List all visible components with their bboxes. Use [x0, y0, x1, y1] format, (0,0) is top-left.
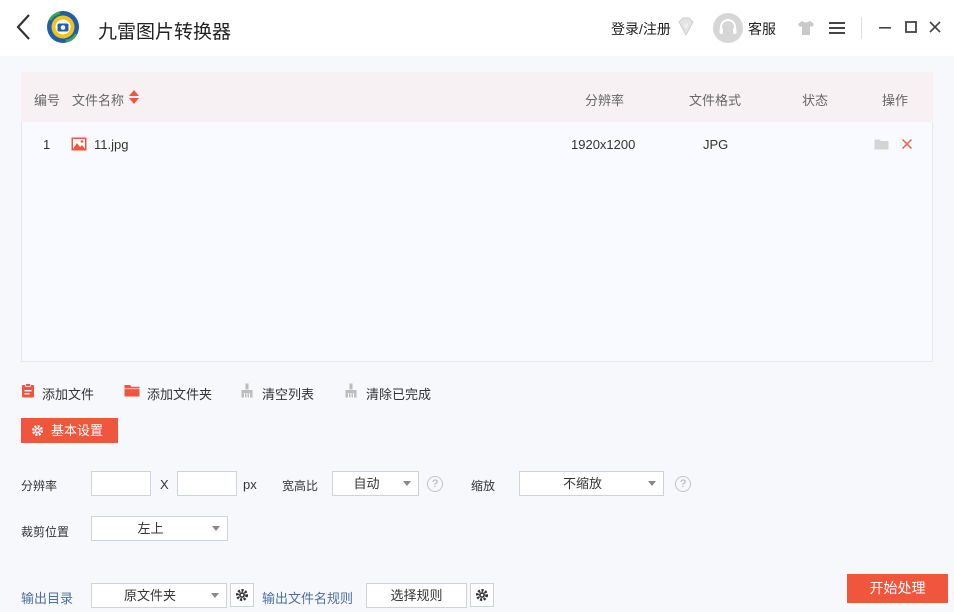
- output-dir-label: 输出目录: [21, 591, 74, 606]
- col-index: 编号: [34, 93, 61, 108]
- scale-value: 不缩放: [562, 476, 602, 491]
- select-rule-button[interactable]: 选择规则: [366, 583, 467, 608]
- add-folder-button[interactable]: 添加文件夹: [147, 384, 212, 403]
- add-folder-icon[interactable]: [124, 383, 140, 398]
- aspect-ratio-label: 宽高比: [282, 479, 319, 493]
- scale-label: 缩放: [471, 479, 496, 493]
- broom-icon[interactable]: [344, 383, 358, 398]
- px-unit: px: [243, 477, 257, 492]
- crop-position-select[interactable]: 左上: [91, 516, 228, 541]
- chevron-down-icon: [212, 526, 220, 531]
- headset-icon: [719, 19, 737, 34]
- width-input[interactable]: [91, 471, 151, 496]
- avatar[interactable]: [713, 13, 743, 43]
- add-file-icon[interactable]: [21, 383, 35, 398]
- maximize-icon[interactable]: [902, 17, 920, 37]
- aspect-ratio-select[interactable]: 自动: [332, 471, 419, 496]
- output-dir-settings-button[interactable]: [230, 583, 254, 607]
- output-dir-value: 原文件夹: [123, 588, 176, 603]
- title-divider: [861, 17, 862, 39]
- col-status: 状态: [802, 93, 829, 108]
- minimize-icon[interactable]: [876, 17, 894, 37]
- name-rule-settings-button[interactable]: [470, 583, 494, 607]
- output-dir-select[interactable]: 原文件夹: [91, 583, 227, 608]
- add-file-button[interactable]: 添加文件: [42, 384, 94, 403]
- gear-icon: [476, 589, 488, 601]
- menu-icon[interactable]: [827, 19, 847, 37]
- help-icon[interactable]: ?: [427, 476, 443, 492]
- app-logo-icon: [47, 11, 79, 43]
- col-actions: 操作: [882, 93, 909, 108]
- skin-shirt-icon[interactable]: [796, 19, 816, 37]
- name-rule-label: 输出文件名规则: [262, 591, 354, 606]
- help-icon[interactable]: ?: [675, 476, 691, 492]
- col-filename[interactable]: 文件名称: [72, 90, 124, 109]
- crop-position-label: 裁剪位置: [21, 525, 70, 539]
- vip-diamond-icon[interactable]: V: [676, 16, 696, 38]
- customer-service-link[interactable]: 客服: [748, 19, 776, 39]
- resolution-label: 分辨率: [21, 479, 58, 493]
- delete-icon[interactable]: [901, 138, 913, 150]
- aspect-ratio-value: 自动: [353, 476, 380, 491]
- chevron-down-icon: [403, 481, 411, 486]
- row-filename: 11.jpg: [94, 137, 129, 152]
- x-separator: X: [160, 477, 169, 492]
- back-icon[interactable]: [12, 12, 36, 42]
- login-register-link[interactable]: 登录/注册: [611, 19, 671, 39]
- table-header: [21, 72, 933, 122]
- clear-completed-button[interactable]: 清除已完成: [366, 384, 431, 403]
- col-resolution: 分辨率: [585, 93, 625, 108]
- row-format: JPG: [703, 137, 729, 152]
- image-file-icon: [71, 137, 87, 151]
- gear-icon: [236, 589, 248, 601]
- crop-position-value: 左上: [137, 521, 164, 536]
- col-format: 文件格式: [689, 93, 742, 108]
- chevron-down-icon: [211, 593, 219, 598]
- row-index: 1: [43, 137, 51, 152]
- open-folder-icon[interactable]: [874, 138, 889, 150]
- scale-select[interactable]: 不缩放: [519, 471, 664, 496]
- chevron-down-icon: [648, 481, 656, 486]
- close-icon[interactable]: [926, 17, 944, 37]
- gear-icon: [32, 425, 43, 436]
- broom-icon[interactable]: [240, 383, 254, 398]
- row-resolution: 1920x1200: [571, 137, 636, 152]
- height-input[interactable]: [177, 471, 237, 496]
- sort-icon[interactable]: [128, 89, 140, 105]
- start-processing-button[interactable]: 开始处理: [847, 574, 948, 603]
- app-title: 九雷图片转换器: [98, 22, 232, 43]
- clear-list-button[interactable]: 清空列表: [262, 384, 314, 403]
